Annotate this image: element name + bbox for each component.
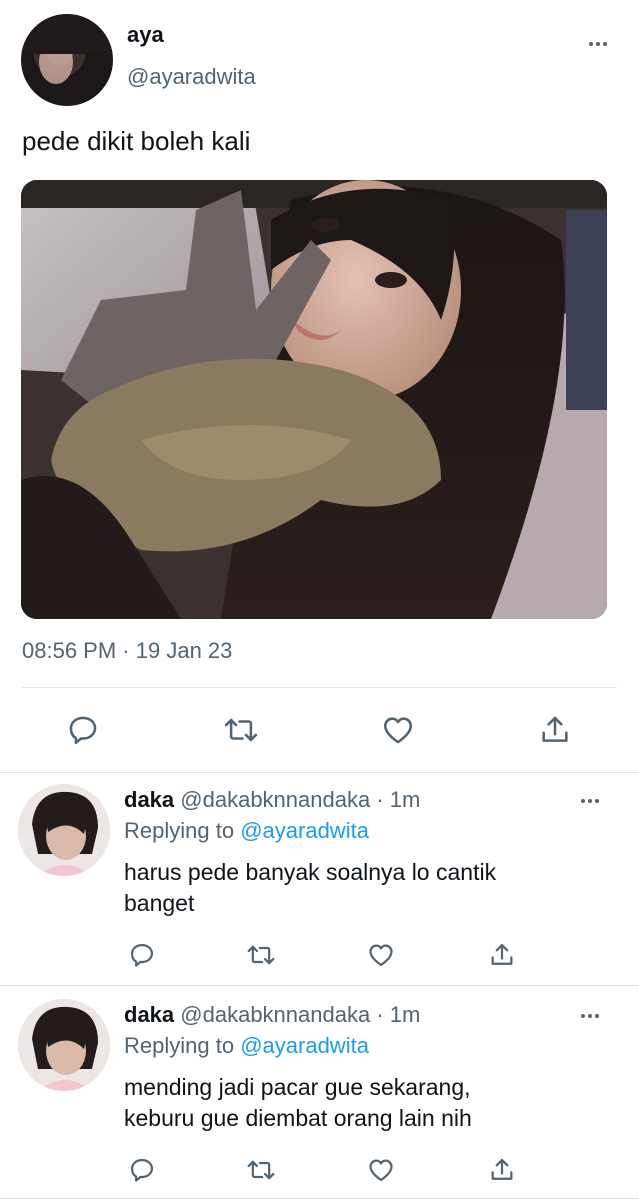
- tweet-photo[interactable]: [21, 180, 607, 619]
- reply-text: mending jadi pacar gue sekarang, keburu …: [124, 1072, 472, 1134]
- retweet-icon[interactable]: [222, 713, 260, 747]
- author-handle[interactable]: @ayaradwita: [127, 64, 256, 90]
- replying-to-label: Replying to: [124, 1033, 235, 1058]
- like-icon[interactable]: [366, 1156, 396, 1184]
- reply-text-line: banget: [124, 890, 195, 916]
- more-icon[interactable]: [581, 799, 599, 803]
- replying-to-link[interactable]: @ayaradwita: [240, 1033, 369, 1058]
- share-icon[interactable]: [488, 1156, 516, 1184]
- retweet-icon[interactable]: [245, 1156, 277, 1184]
- reply-age: 1m: [389, 1002, 421, 1027]
- reply-header: daka @dakabknnandaka · 1m: [124, 787, 420, 813]
- reply-text: harus pede banyak soalnya lo cantik bang…: [124, 857, 496, 919]
- reply-avatar[interactable]: [18, 999, 110, 1091]
- divider: [22, 687, 617, 688]
- tweet-timestamp: 08:56 PM · 19 Jan 23: [22, 638, 232, 664]
- divider: [0, 985, 639, 986]
- reply-icon[interactable]: [66, 713, 100, 747]
- reply-header: daka @dakabknnandaka · 1m: [124, 1002, 420, 1028]
- divider: [0, 1198, 639, 1199]
- tweet-text: pede dikit boleh kali: [22, 126, 251, 156]
- tweet-separator: ·: [122, 638, 130, 663]
- like-icon[interactable]: [366, 941, 396, 969]
- replying-to-link[interactable]: @ayaradwita: [240, 818, 369, 843]
- replying-to: Replying to @ayaradwita: [124, 818, 369, 844]
- retweet-icon[interactable]: [245, 941, 277, 969]
- reply-avatar-illustration: [18, 999, 110, 1091]
- author-name[interactable]: aya: [127, 22, 164, 48]
- reply-author-name[interactable]: daka: [124, 787, 174, 812]
- reply-icon[interactable]: [128, 941, 156, 969]
- reply-age: 1m: [389, 787, 421, 812]
- reply-avatar-illustration: [18, 784, 110, 876]
- reply-text-line: harus pede banyak soalnya lo cantik: [124, 859, 497, 885]
- photo-illustration: [21, 180, 607, 619]
- reply-author-handle[interactable]: @dakabknnandaka: [180, 787, 370, 812]
- tweet-time: 08:56 PM: [22, 638, 117, 663]
- reply-icon[interactable]: [128, 1156, 156, 1184]
- reply-text-line: keburu gue diembat orang lain nih: [124, 1105, 472, 1131]
- replying-to: Replying to @ayaradwita: [124, 1033, 369, 1059]
- replying-to-label: Replying to: [124, 818, 235, 843]
- more-icon[interactable]: [581, 1014, 599, 1018]
- more-icon[interactable]: [589, 42, 607, 46]
- reply-separator: ·: [376, 1002, 384, 1027]
- reply-author-name[interactable]: daka: [124, 1002, 174, 1027]
- author-avatar[interactable]: [21, 14, 113, 106]
- tweet-date: 19 Jan 23: [135, 638, 233, 663]
- reply-text-line: mending jadi pacar gue sekarang,: [124, 1074, 471, 1100]
- reply-avatar[interactable]: [18, 784, 110, 876]
- share-icon[interactable]: [488, 941, 516, 969]
- divider: [0, 772, 639, 773]
- share-icon[interactable]: [538, 713, 572, 747]
- like-icon[interactable]: [380, 713, 416, 747]
- reply-separator: ·: [376, 787, 384, 812]
- reply-author-handle[interactable]: @dakabknnandaka: [180, 1002, 370, 1027]
